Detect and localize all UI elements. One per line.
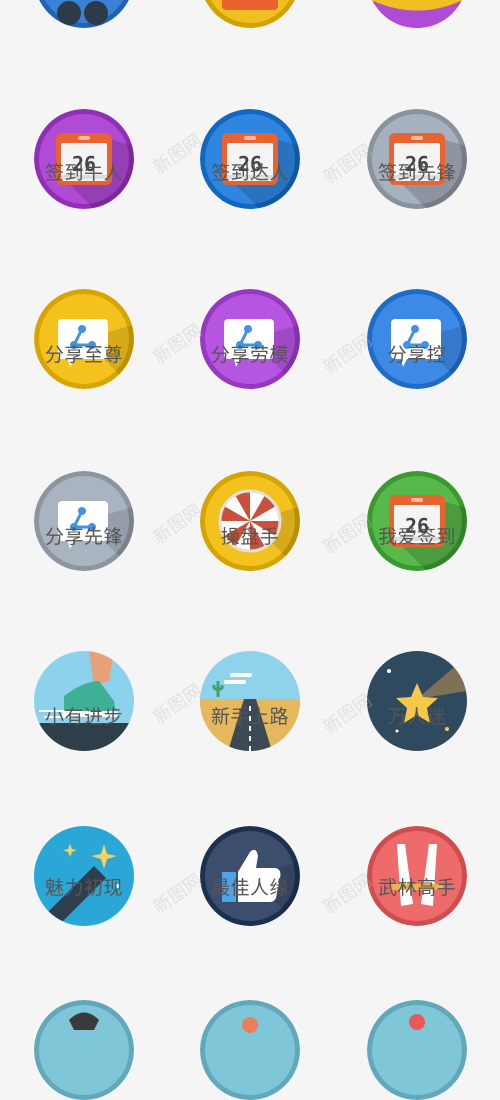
- calendar-icon: 26: [367, 471, 467, 571]
- badge-label: 小有进步: [44, 706, 123, 728]
- partial-sun-icon: [200, 1000, 300, 1100]
- badge-label: 武林高手: [377, 877, 456, 899]
- badge-label: 新手上路: [210, 706, 289, 728]
- share-icon: [34, 289, 134, 389]
- badge-label: 分享控: [387, 344, 447, 366]
- badge-label: 签到牛人: [44, 162, 123, 184]
- partial-ball-icon: [367, 1000, 467, 1100]
- badge-label: 我爱签到: [377, 526, 456, 548]
- share-icon: [367, 289, 467, 389]
- badge-label: 焦点人物: [332, 0, 500, 3]
- badge-label: 分享先锋: [44, 526, 123, 548]
- partial-rainbow-icon: [367, 0, 467, 28]
- badge-label: 签到达人: [210, 162, 289, 184]
- star-icon: [367, 651, 467, 751]
- road-icon: [200, 651, 300, 751]
- partial-avatar-icon: [34, 1000, 134, 1100]
- badge-label: 魅力初现: [44, 877, 123, 899]
- sneaker-icon: [34, 651, 134, 751]
- badge-label: 签到神人: [165, 0, 335, 3]
- share-icon: [200, 289, 300, 389]
- candy-icon: [200, 471, 300, 571]
- badge-label: 分享至尊: [44, 344, 123, 366]
- badge-label: 万人迷: [387, 706, 447, 728]
- partial-dark-icon: [34, 0, 134, 28]
- badge-label: 分享劳模: [210, 344, 289, 366]
- partial-calendar-icon: [200, 0, 300, 28]
- share-icon: [34, 471, 134, 571]
- badge-label: 频道先锋: [0, 0, 169, 3]
- badge-label: 签到先锋: [377, 162, 456, 184]
- badge-label: 操盘手: [220, 526, 280, 548]
- badge-label: 最佳人缘: [210, 877, 289, 899]
